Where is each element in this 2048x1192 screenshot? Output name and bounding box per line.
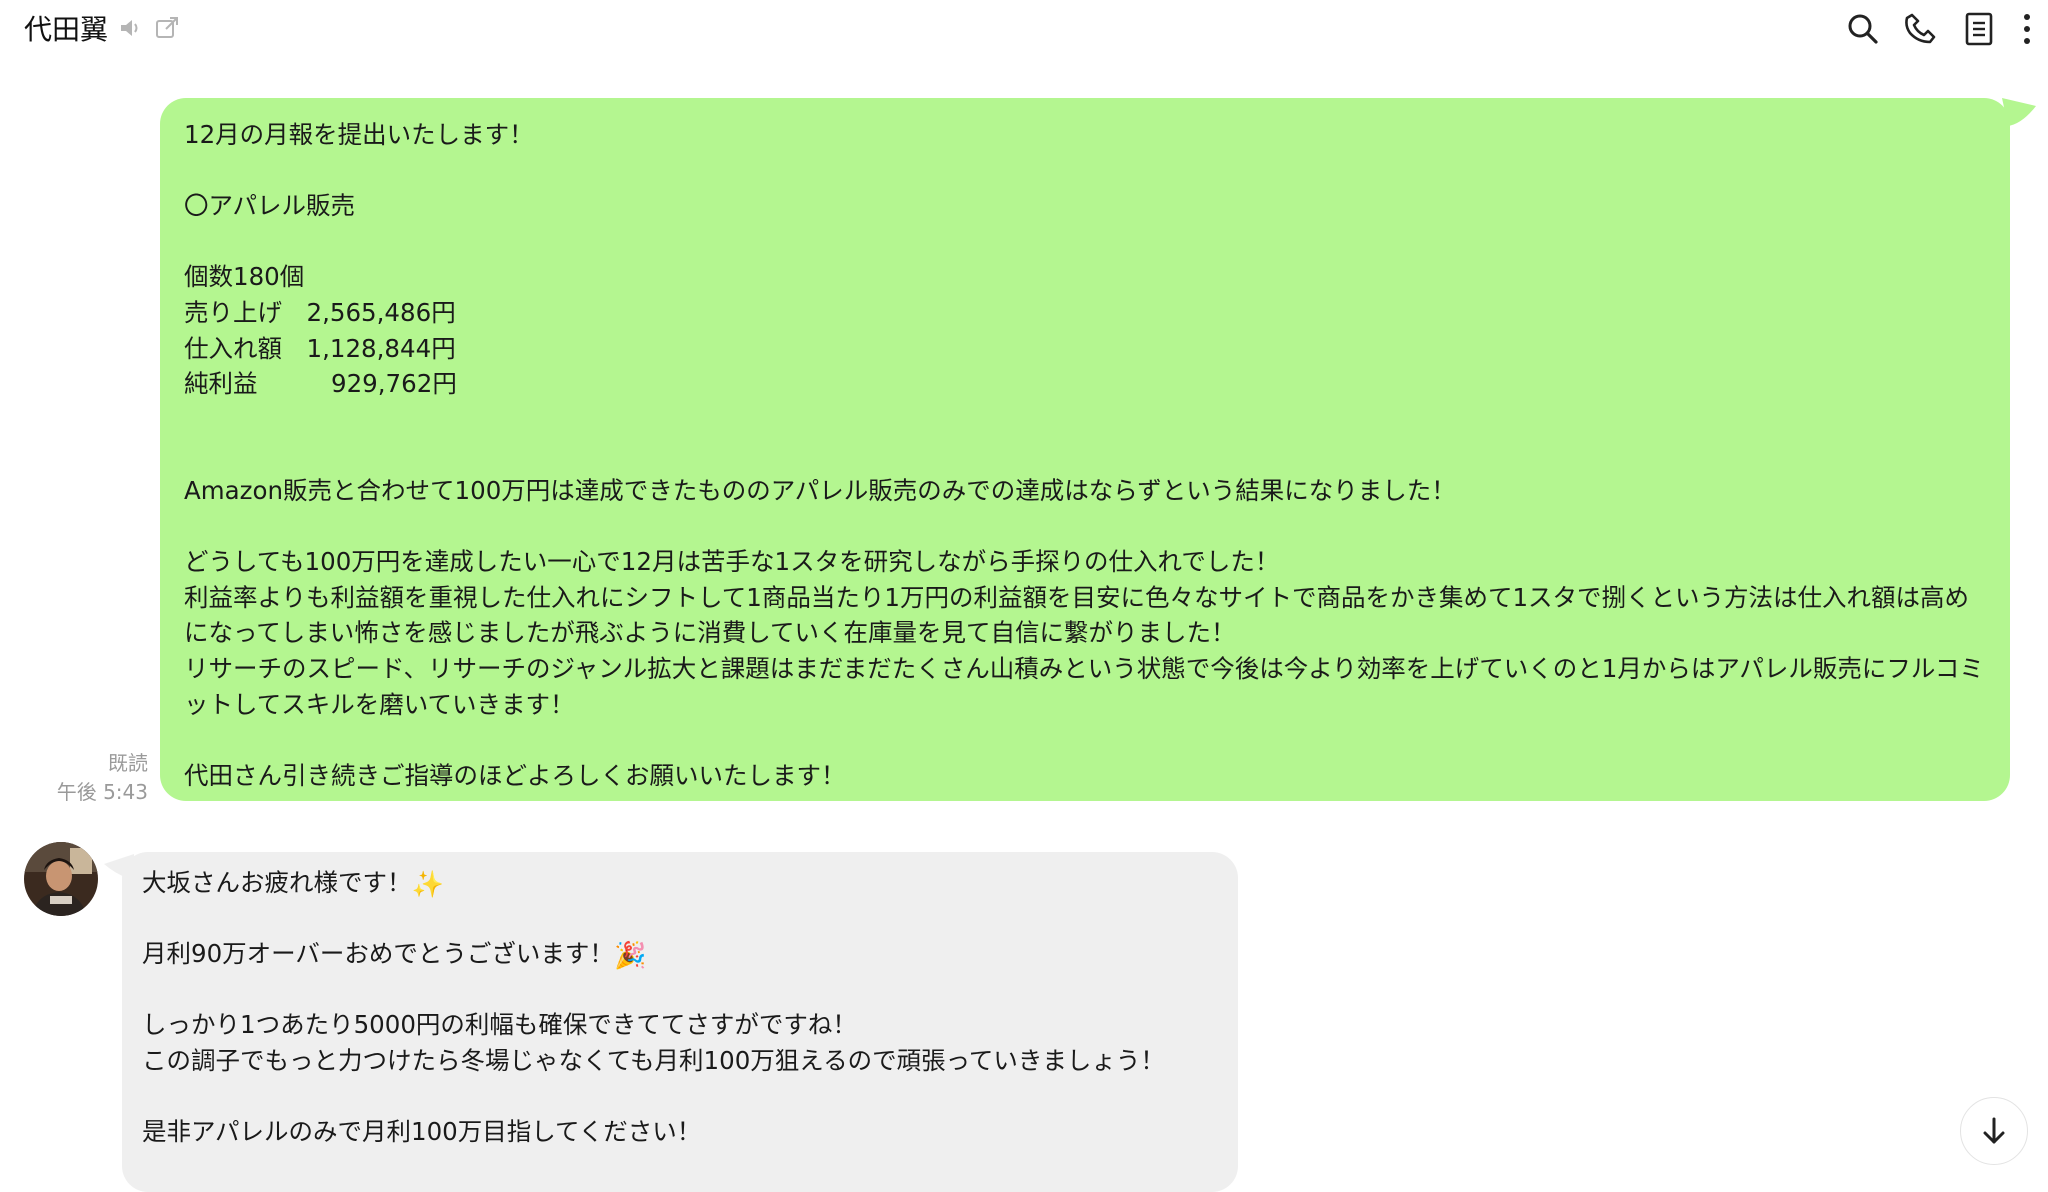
sender-avatar[interactable] — [24, 842, 98, 916]
contact-name: 代田翼 — [24, 13, 109, 46]
outgoing-message-text: 12月の月報を提出いたします！ 〇アパレル販売 個数180個 売り上げ 2,56… — [184, 120, 1984, 790]
search-icon[interactable] — [1846, 12, 1880, 46]
more-icon[interactable] — [2020, 12, 2034, 46]
incoming-line-2: 月利90万オーバーおめでとうございます！ — [142, 939, 614, 969]
sparkles-icon: ✨ — [411, 870, 444, 900]
incoming-message-text: 大坂さんお疲れ様です！✨ 月利90万オーバーおめでとうございます！🎉 しっかり1… — [142, 865, 1218, 1150]
message-timestamp: 午後 5:43 — [56, 780, 148, 804]
incoming-line-1: 大坂さんお疲れ様です！ — [142, 868, 412, 897]
scroll-to-bottom-button[interactable] — [1960, 1097, 2028, 1165]
notes-icon[interactable] — [1964, 12, 1994, 46]
speaker-icon[interactable] — [118, 16, 142, 40]
incoming-message-bubble[interactable]: 大坂さんお疲れ様です！✨ 月利90万オーバーおめでとうございます！🎉 しっかり1… — [122, 852, 1238, 1192]
incoming-rest: しっかり1つあたり5000円の利幅も確保できててさすがですね！ この調子でもっと… — [142, 1010, 1165, 1147]
popout-icon[interactable] — [154, 15, 180, 41]
outgoing-message-bubble[interactable]: 12月の月報を提出いたします！ 〇アパレル販売 個数180個 売り上げ 2,56… — [160, 98, 2010, 801]
arrow-down-icon — [1983, 1117, 2005, 1144]
read-receipt: 既読 — [108, 751, 148, 775]
party-popper-icon: 🎉 — [613, 941, 647, 972]
chat-header: 代田翼 — [0, 0, 2048, 56]
phone-icon[interactable] — [1904, 12, 1938, 46]
